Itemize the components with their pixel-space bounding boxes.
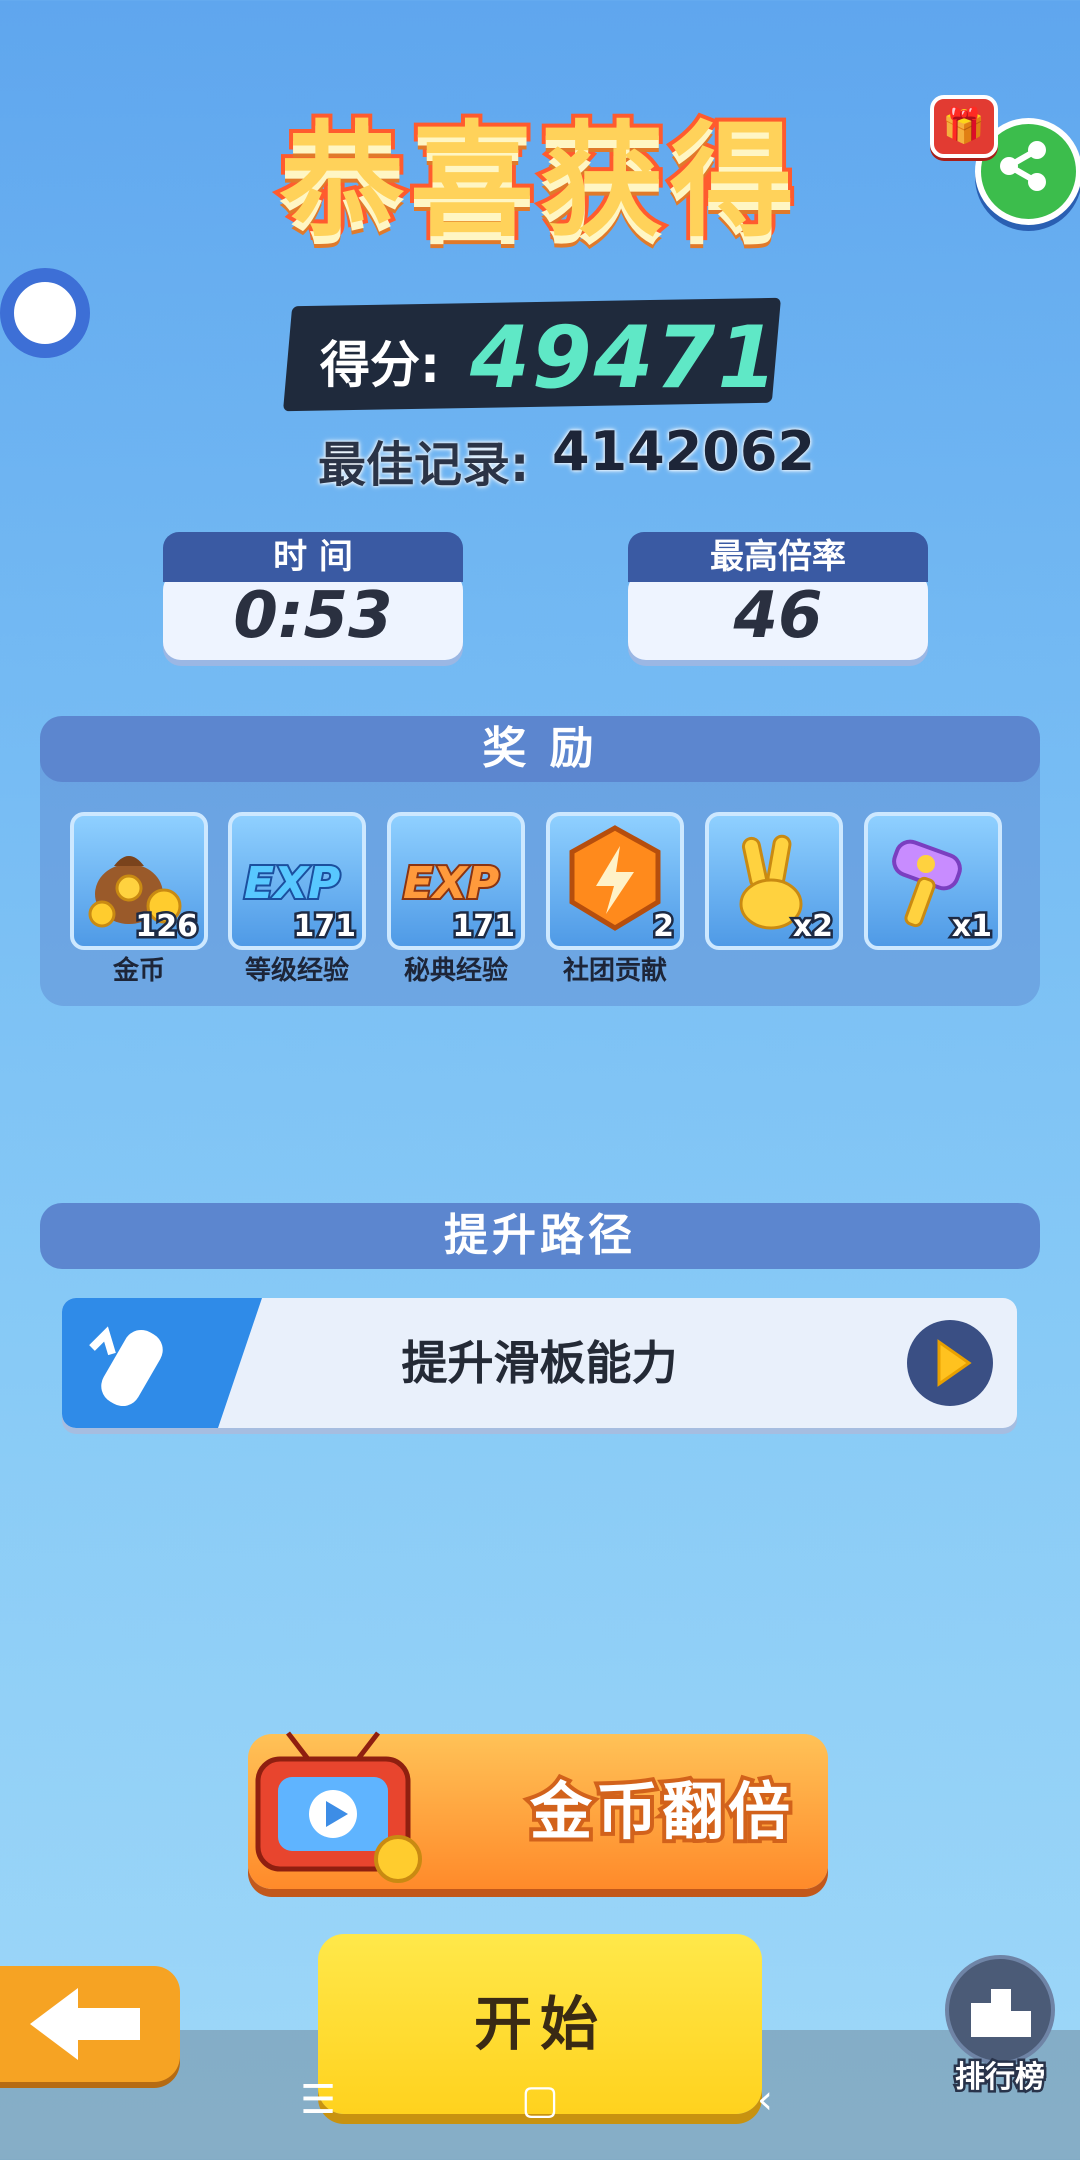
- back-arrow-icon: [30, 1988, 140, 2060]
- reward-label: 金币: [112, 956, 165, 986]
- page-title: 恭喜获得: [276, 106, 800, 258]
- double-coins-label: 金币翻倍: [526, 1771, 795, 1852]
- leaderboard-button[interactable]: [945, 1955, 1055, 2065]
- reward-tile-victory[interactable]: x2: [705, 812, 843, 950]
- back-nav-icon[interactable]: ‹: [735, 2070, 795, 2130]
- play-arrow-icon: [937, 1339, 972, 1387]
- reward-tile-coins[interactable]: 126: [70, 812, 208, 950]
- upgrade-path-title: 提升路径: [40, 1203, 1040, 1269]
- double-coins-button[interactable]: 金币翻倍: [248, 1731, 828, 1889]
- max-multiplier-stat: 46 最高倍率: [628, 532, 928, 660]
- tv-video-icon: [255, 1731, 422, 1883]
- back-button[interactable]: [0, 1966, 180, 2082]
- score-label: 得分:: [320, 336, 440, 394]
- rewards-title: 奖 励: [40, 716, 1040, 782]
- leaderboard-label: 排行榜: [953, 2058, 1048, 2098]
- reward-count: 2: [651, 907, 677, 947]
- score-value: 49471: [470, 308, 780, 408]
- reward-count: 171: [450, 907, 518, 947]
- max-multiplier-label: 最高倍率: [628, 532, 928, 582]
- upgrade-card-text: 提升滑板能力: [401, 1336, 678, 1390]
- svg-text:EXP: EXP: [403, 858, 499, 909]
- time-value: 0:53: [163, 572, 463, 660]
- gift-icon[interactable]: 🎁: [930, 95, 998, 158]
- best-record-value: 4142062: [552, 420, 816, 483]
- reward-label: 社团贡献: [562, 956, 667, 986]
- best-record-label: 最佳记录:: [318, 437, 530, 493]
- svg-text:EXP: EXP: [244, 858, 340, 909]
- reward-count: 171: [291, 907, 359, 947]
- podium-icon: [971, 1989, 1031, 2037]
- time-label: 时 间: [163, 532, 463, 582]
- go-button[interactable]: [907, 1320, 993, 1406]
- floating-assistant-button[interactable]: [0, 268, 90, 358]
- reward-label: 秘典经验: [403, 956, 508, 986]
- reward-tile-hammer[interactable]: x1: [864, 812, 1002, 950]
- reward-count: 126: [133, 907, 201, 947]
- menu-icon[interactable]: ☰: [288, 2070, 348, 2130]
- reward-count: x1: [949, 907, 994, 947]
- time-stat: 0:53 时 间: [163, 532, 463, 660]
- reward-label: 等级经验: [244, 956, 349, 986]
- reward-tile-club-contribution[interactable]: 2: [546, 812, 684, 950]
- home-icon[interactable]: ▢: [510, 2070, 570, 2130]
- reward-tile-codex-exp[interactable]: EXP 171: [387, 812, 525, 950]
- reward-count: x2: [790, 907, 835, 947]
- upgrade-skateboard-card[interactable]: 提升滑板能力: [62, 1298, 1017, 1428]
- reward-tile-level-exp[interactable]: EXP 171: [228, 812, 366, 950]
- max-multiplier-value: 46: [628, 572, 928, 660]
